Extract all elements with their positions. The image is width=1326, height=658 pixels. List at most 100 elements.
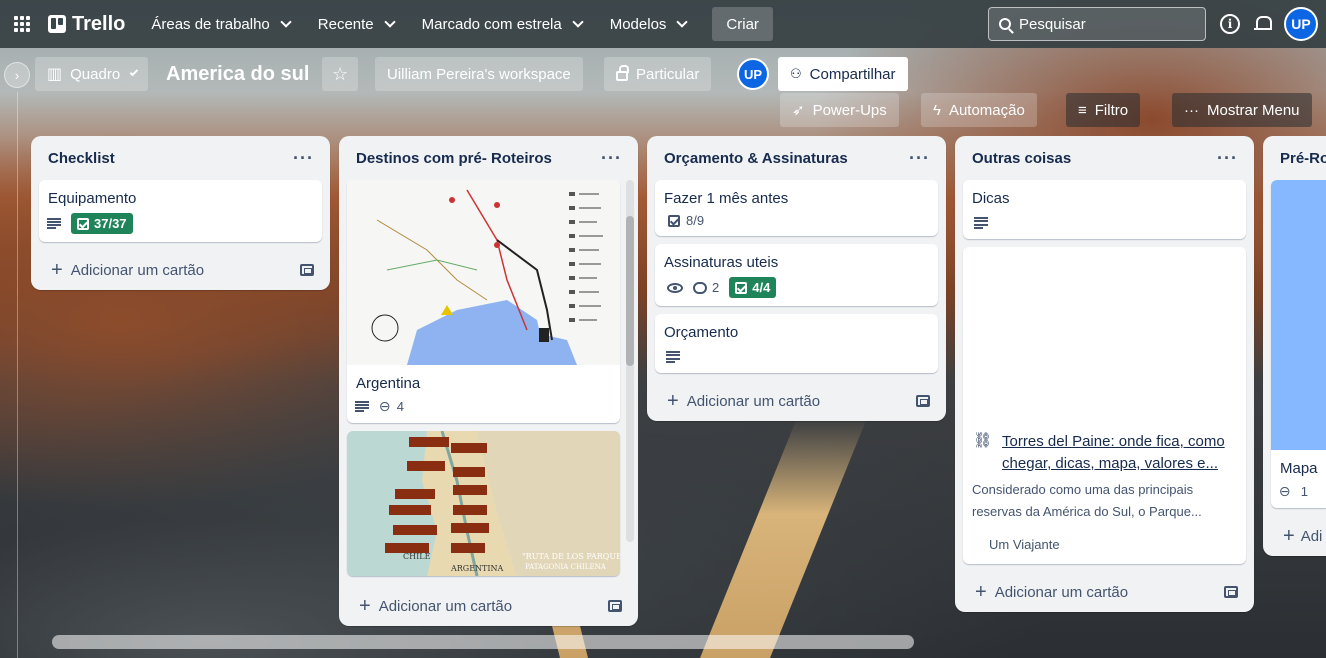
add-card-label-partial: Adi bbox=[1300, 527, 1323, 545]
add-card-button[interactable]: + Adicionar um cartão bbox=[975, 582, 1128, 602]
share-button[interactable]: ⚇ Compartilhar bbox=[778, 57, 908, 91]
card-title: Fazer 1 mês antes bbox=[664, 190, 789, 207]
list-header[interactable]: Destinos com pré- Roteiros ··· bbox=[339, 136, 638, 180]
chevron-down-icon bbox=[280, 16, 292, 28]
link-title[interactable]: Torres del Paine: onde fica, como chegar… bbox=[1002, 431, 1234, 475]
list-title[interactable]: Orçamento & Assinaturas bbox=[664, 150, 848, 167]
nav-right-group: Pesquisar i UP bbox=[988, 7, 1318, 41]
list-title[interactable]: Checklist bbox=[48, 150, 115, 167]
nav-starred-menu[interactable]: Marcado com estrela bbox=[410, 8, 594, 40]
info-icon[interactable]: i bbox=[1220, 14, 1240, 34]
card-mapa[interactable]: Mapa ⊘ 1 bbox=[1271, 180, 1326, 508]
list-header[interactable]: Outras coisas ··· bbox=[955, 136, 1254, 180]
board-title[interactable]: America do sul bbox=[166, 63, 309, 86]
grid-icon bbox=[14, 16, 30, 32]
card-title: Equipamento bbox=[48, 190, 137, 207]
automation-button[interactable]: ϟ Automação bbox=[921, 93, 1037, 127]
card-title: Dicas bbox=[972, 190, 1010, 207]
card-fazer-1-mes-antes[interactable]: Fazer 1 mês antes 8/9 bbox=[655, 180, 938, 236]
chevron-down-icon bbox=[129, 67, 139, 77]
list-header[interactable]: Orçamento & Assinaturas ··· bbox=[647, 136, 946, 180]
workspace-button[interactable]: Uilliam Pereira's workspace bbox=[375, 57, 583, 91]
paperclip-icon: ⊘ bbox=[375, 396, 396, 416]
map-label-patagonia: PATAGONIA CHILENA bbox=[525, 563, 607, 571]
argentina-map-illustration bbox=[371, 189, 603, 365]
user-avatar[interactable]: UP bbox=[1284, 7, 1318, 41]
filter-button[interactable]: ≡ Filtro bbox=[1066, 93, 1141, 127]
list-title[interactable]: Destinos com pré- Roteiros bbox=[356, 150, 552, 167]
workspace-label: Uilliam Pereira's workspace bbox=[387, 65, 571, 83]
watching-eye-icon bbox=[667, 282, 683, 293]
card-orcamento[interactable]: Orçamento bbox=[655, 314, 938, 373]
nav-templates-menu[interactable]: Modelos bbox=[598, 8, 699, 40]
card-equipamento[interactable]: Equipamento 37/37 bbox=[39, 180, 322, 242]
nav-workspaces-menu[interactable]: Áreas de trabalho bbox=[139, 8, 301, 40]
list-title[interactable]: Outras coisas bbox=[972, 150, 1071, 167]
card-template-icon[interactable] bbox=[608, 600, 622, 612]
list-actions-icon[interactable]: ··· bbox=[1217, 148, 1238, 169]
plus-icon: + bbox=[667, 390, 679, 412]
card-template-icon[interactable] bbox=[916, 395, 930, 407]
description-icon bbox=[666, 351, 680, 363]
checklist-icon bbox=[77, 217, 89, 230]
card-template-icon[interactable] bbox=[300, 264, 314, 276]
card-cover-color bbox=[1271, 180, 1326, 450]
list-vertical-scrollbar[interactable] bbox=[626, 180, 634, 542]
board-view-switcher[interactable]: ▥ Quadro bbox=[35, 57, 148, 91]
show-menu-button[interactable]: ··· Mostrar Menu bbox=[1172, 93, 1312, 127]
add-card-button[interactable]: + Adicionar um cartão bbox=[667, 391, 820, 411]
list-actions-icon[interactable]: ··· bbox=[909, 148, 930, 169]
card-cover-map bbox=[347, 180, 620, 365]
card-link-torres-del-paine[interactable]: ⛓ Torres del Paine: onde fica, como cheg… bbox=[963, 247, 1246, 564]
board-view-icon: ▥ bbox=[47, 66, 63, 83]
add-card-button[interactable]: + Adicionar um cartão bbox=[359, 596, 512, 616]
link-description: Considerado como uma das principais rese… bbox=[972, 482, 1202, 519]
list-header[interactable]: Pré-Ro bbox=[1263, 136, 1326, 180]
list-cards-scroll[interactable]: Argentina ⊘ 4 "RUTA DE LOS PARQUE PATAGO… bbox=[339, 180, 638, 586]
trello-logo-icon bbox=[48, 15, 66, 33]
filter-label: Filtro bbox=[1094, 101, 1129, 119]
board-horizontal-scrollbar[interactable] bbox=[52, 635, 914, 649]
card-title: Argentina bbox=[356, 375, 421, 392]
list-outras-coisas: Outras coisas ··· Dicas ⛓ Torres del Pai… bbox=[955, 136, 1254, 612]
filter-icon: ≡ bbox=[1078, 101, 1087, 119]
list-title[interactable]: Pré-Ro bbox=[1280, 150, 1326, 167]
share-user-icon: ⚇ bbox=[790, 66, 802, 81]
trello-logo-text: Trello bbox=[72, 12, 126, 35]
scrollbar-thumb[interactable] bbox=[626, 216, 634, 366]
app-switcher-button[interactable] bbox=[8, 10, 36, 38]
visibility-button[interactable]: Particular bbox=[604, 57, 712, 91]
add-card-button[interactable]: + Adicionar um cartão bbox=[51, 260, 204, 280]
list-header[interactable]: Checklist ··· bbox=[31, 136, 330, 180]
nav-recent-label: Recente bbox=[317, 15, 374, 33]
card-map-patagonia[interactable]: "RUTA DE LOS PARQUES" PATAGONIA CHILENA … bbox=[347, 431, 620, 576]
chevron-down-icon bbox=[383, 16, 396, 28]
star-board-button[interactable]: ☆ bbox=[322, 57, 358, 91]
create-button[interactable]: Criar bbox=[712, 7, 773, 41]
card-title: Mapa bbox=[1280, 460, 1318, 477]
power-ups-button[interactable]: ➶ Power-Ups bbox=[780, 93, 899, 127]
share-label: Compartilhar bbox=[809, 65, 896, 83]
list-actions-icon[interactable]: ··· bbox=[293, 148, 314, 169]
card-assinaturas-uteis[interactable]: Assinaturas uteis 2 4/4 bbox=[655, 244, 938, 306]
card-argentina[interactable]: Argentina ⊘ 4 bbox=[347, 180, 620, 423]
link-source[interactable]: Um Viajante bbox=[963, 523, 1246, 564]
nav-recent-menu[interactable]: Recente bbox=[306, 8, 406, 40]
notifications-bell-icon[interactable] bbox=[1254, 15, 1272, 33]
add-card-row[interactable]: + Adi bbox=[1263, 516, 1326, 556]
attachment-badge: ⊘ 4 bbox=[375, 396, 404, 416]
expand-sidebar-button[interactable]: › bbox=[4, 62, 30, 88]
card-dicas[interactable]: Dicas bbox=[963, 180, 1246, 239]
plus-icon: + bbox=[1283, 525, 1295, 547]
search-input[interactable]: Pesquisar bbox=[988, 7, 1206, 41]
search-placeholder: Pesquisar bbox=[1019, 15, 1086, 33]
card-template-icon[interactable] bbox=[1224, 586, 1238, 598]
add-card-row: + Adicionar um cartão bbox=[647, 381, 946, 421]
attachment-count: 1 bbox=[1300, 484, 1308, 499]
board-member-avatar[interactable]: UP bbox=[737, 58, 769, 90]
card-badges: ⊘ 4 bbox=[347, 396, 620, 423]
chevron-down-icon bbox=[572, 16, 584, 28]
list-actions-icon[interactable]: ··· bbox=[601, 148, 622, 169]
trello-logo[interactable]: Trello bbox=[48, 13, 125, 36]
list-pre-roteiro: Pré-Ro Mapa ⊘ 1 + Adi bbox=[1263, 136, 1326, 556]
